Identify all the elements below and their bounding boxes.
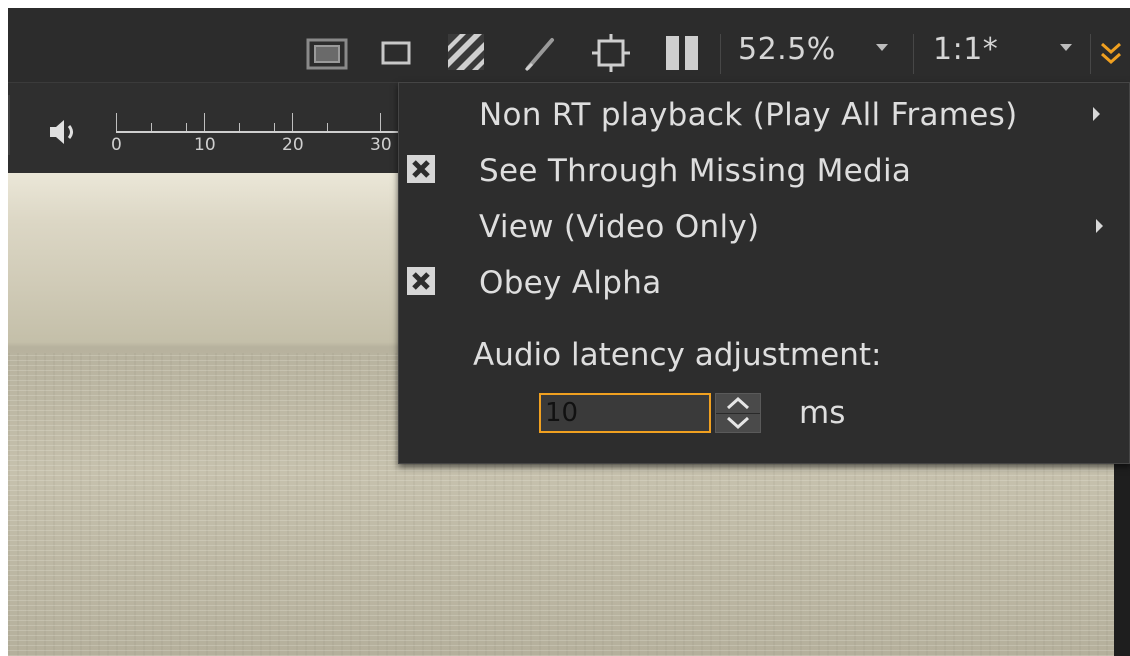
- toolbar-separator: [913, 34, 914, 74]
- safe-area-icon[interactable]: [306, 34, 348, 74]
- audio-latency-label: Audio latency adjustment:: [473, 337, 882, 373]
- ruler-tick: [116, 113, 117, 131]
- toolbar-separator: [1090, 34, 1091, 74]
- aspect-dropdown-arrow-icon[interactable]: [1060, 44, 1072, 51]
- ruler-label: 30: [370, 135, 392, 155]
- submenu-arrow-icon: [1093, 107, 1100, 121]
- timeline-ruler[interactable]: [116, 131, 400, 133]
- toolbar-separator: [720, 34, 721, 74]
- viewer-options-menu: Non RT playback (Play All Frames) See Th…: [398, 82, 1130, 464]
- paint-icon[interactable]: [522, 34, 558, 74]
- latency-spinner[interactable]: [715, 393, 761, 433]
- zoom-dropdown-arrow-icon[interactable]: [876, 44, 888, 51]
- menu-item-label: View (Video Only): [479, 209, 760, 245]
- ruler-label: 0: [111, 135, 122, 155]
- ruler-tick: [239, 123, 240, 131]
- stripes-icon[interactable]: [446, 32, 486, 72]
- viewer-window: 52.5% 1:1* 0 10 20 30 Non RT playback (P…: [0, 0, 1130, 656]
- menu-item-obey-alpha[interactable]: Obey Alpha: [399, 257, 1129, 311]
- ruler-tick: [204, 113, 205, 131]
- ruler-tick: [274, 123, 275, 131]
- ruler-tick: [327, 123, 328, 131]
- ruler-tick: [186, 123, 187, 131]
- ruler-label: 10: [194, 135, 216, 155]
- ruler-tick: [380, 113, 381, 131]
- aspect-dropdown[interactable]: 1:1*: [933, 30, 998, 70]
- checkmark-icon: [407, 267, 435, 295]
- menu-item-label: Obey Alpha: [479, 265, 662, 301]
- spin-up-icon[interactable]: [716, 394, 760, 414]
- ruler-label: 20: [282, 135, 304, 155]
- audio-latency-input[interactable]: [539, 393, 711, 433]
- timeline-divider: [8, 95, 10, 155]
- frame-icon[interactable]: [380, 36, 412, 70]
- audio-timeline: 0 10 20 30: [8, 82, 400, 173]
- speaker-icon[interactable]: [46, 117, 82, 147]
- menu-item-label: See Through Missing Media: [479, 153, 912, 189]
- menu-item-label: Non RT playback (Play All Frames): [479, 97, 1018, 133]
- ruler-tick: [292, 113, 293, 131]
- ruler-tick: [151, 123, 152, 131]
- menu-item-non-rt-playback[interactable]: Non RT playback (Play All Frames): [399, 89, 1129, 143]
- guides-icon[interactable]: [590, 32, 632, 74]
- viewer-toolbar: 52.5% 1:1*: [8, 8, 1130, 82]
- expand-icon[interactable]: [1098, 38, 1124, 72]
- spin-down-icon[interactable]: [716, 413, 760, 432]
- latency-unit-label: ms: [799, 395, 846, 431]
- checkmark-icon: [407, 155, 435, 183]
- menu-item-view-video-only[interactable]: View (Video Only): [399, 201, 1129, 255]
- submenu-arrow-icon: [1096, 219, 1103, 233]
- pause-icon[interactable]: [662, 32, 704, 74]
- zoom-dropdown[interactable]: 52.5%: [738, 30, 836, 70]
- menu-item-see-through-missing-media[interactable]: See Through Missing Media: [399, 145, 1129, 199]
